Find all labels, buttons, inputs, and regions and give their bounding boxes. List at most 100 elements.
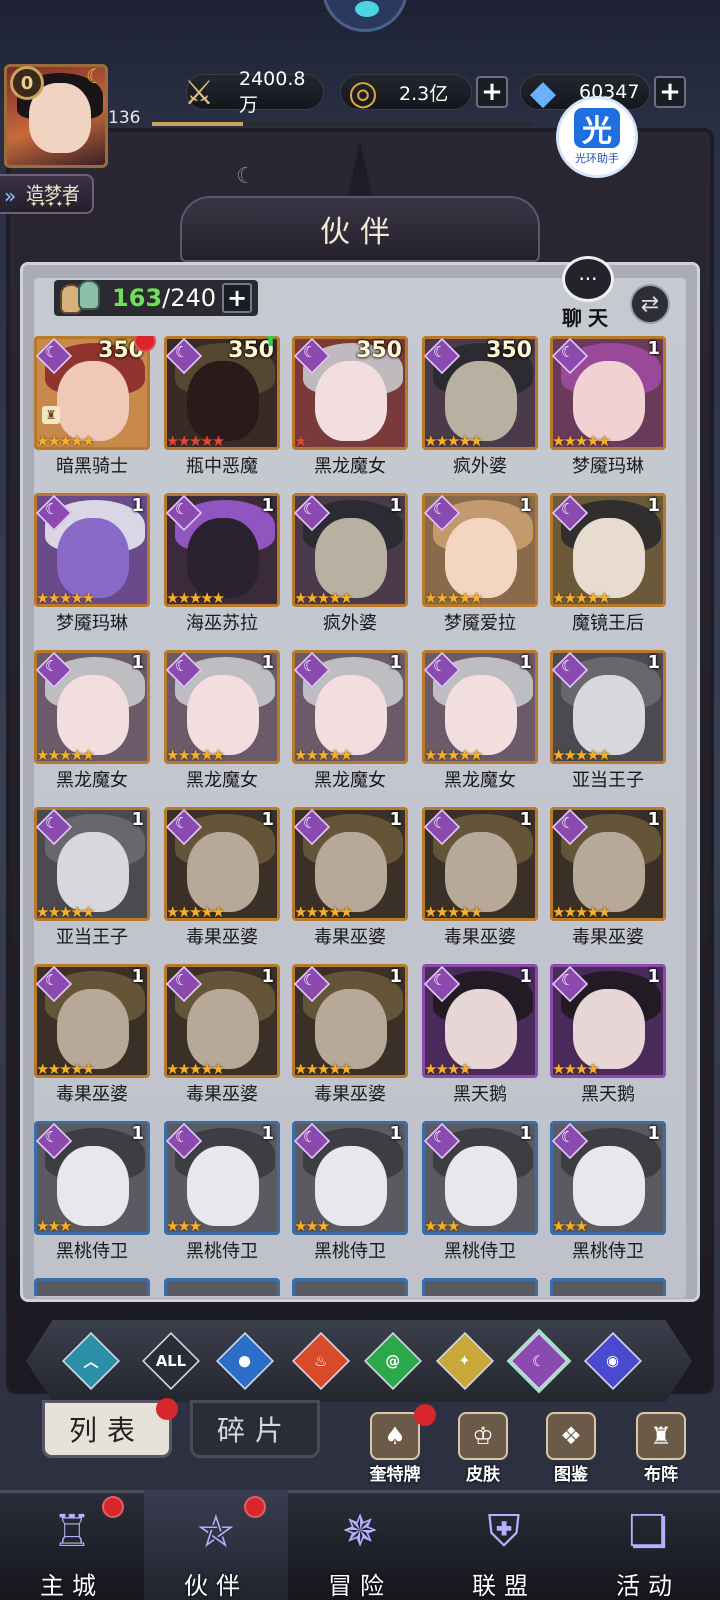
companion-level: 1 <box>261 495 274 516</box>
companion-card[interactable]: ☾ 1 ★★★★★ 黑龙魔女 <box>422 650 538 791</box>
companion-card[interactable]: ☾ 1 ★★★★★ 毒果巫婆 <box>292 807 408 948</box>
moon-glyph: ☾ <box>45 343 59 361</box>
companion-card[interactable]: ☾ 1 ★★★★★ 毒果巫婆 <box>422 807 538 948</box>
top-mascot-icon <box>322 0 408 32</box>
companion-stars: ★★★★★ <box>424 432 483 450</box>
nav-item-castle[interactable]: ♖ 主城 <box>0 1490 144 1600</box>
companion-card[interactable]: ☾ 1 ★★★ 黑桃侍卫 <box>164 1121 280 1262</box>
companion-card[interactable]: ☾ 350 ★★★★★ 瓶中恶魔 ⬆ <box>164 336 280 477</box>
companion-card[interactable]: ☾ 1 ★★★★★ 梦魇玛琳 <box>550 336 666 477</box>
moon-glyph: ☾ <box>433 814 447 832</box>
panel-header: 伙伴 <box>180 196 540 262</box>
companion-card-partial[interactable] <box>164 1278 280 1296</box>
filter-glyph: ◉ <box>606 1352 620 1370</box>
companion-name: 毒果巫婆 <box>314 927 386 948</box>
helper-label: 光环助手 <box>575 152 619 165</box>
nav-item-cards[interactable]: ❏ 活动 <box>576 1490 720 1600</box>
companion-stars: ★★★★★ <box>552 903 611 921</box>
companion-card[interactable]: ☾ 1 ★★★★★ 毒果巫婆 <box>550 807 666 948</box>
expand-roster-button[interactable]: + <box>222 283 253 313</box>
skin-button[interactable]: ♔ 皮肤 <box>446 1412 520 1486</box>
companion-level: 1 <box>647 652 660 673</box>
companion-level: 1 <box>647 338 660 359</box>
companion-level: 1 <box>647 966 660 987</box>
filter-glyph: ALL <box>155 1352 187 1370</box>
companion-card[interactable]: ☾ 1 ★★★★★ 毒果巫婆 <box>292 964 408 1105</box>
companion-portrait <box>164 1278 280 1296</box>
companion-level: 1 <box>261 809 274 830</box>
chat-button[interactable]: ··· 聊天 <box>556 256 620 330</box>
companion-card[interactable]: ☾ 1 ★★★★★ 梦魇爱拉 <box>422 493 538 634</box>
formation-button[interactable]: ♜ 布阵 <box>624 1412 698 1486</box>
companion-card[interactable]: ☾ 1 ★★★★★ 魔镜王后 <box>550 493 666 634</box>
companion-stars: ★★★ <box>552 1217 588 1235</box>
companion-card[interactable]: ☾ 350 ★★★★★ 暗黑骑士 ♜ <box>34 336 156 477</box>
companion-card[interactable]: ☾ 1 ★★★ 黑桃侍卫 <box>422 1121 538 1262</box>
companion-card[interactable]: ☾ 1 ★★★ 黑桃侍卫 <box>34 1121 150 1262</box>
companion-card-partial[interactable] <box>422 1278 538 1296</box>
upgrade-arrow-icon: ⬆ <box>262 336 278 351</box>
companion-stars: ★★★★★ <box>166 903 225 921</box>
tab-fragments[interactable]: 碎片 <box>190 1400 320 1458</box>
companion-card[interactable]: ☾ 1 ★★★ 黑桃侍卫 <box>550 1121 666 1262</box>
companion-card-partial[interactable] <box>292 1278 408 1296</box>
gold-coin-icon: ◎ <box>348 73 378 113</box>
header-moon-icon: ☾ <box>236 164 256 189</box>
nav-label: 活动 <box>616 1572 680 1600</box>
companion-card-partial[interactable] <box>34 1278 150 1296</box>
formation-icon: ♜ <box>636 1412 686 1460</box>
companion-card[interactable]: ☾ 1 ★★★★★ 海巫苏拉 <box>164 493 280 634</box>
roster-owned: 163 <box>112 284 163 312</box>
companion-name: 黑桃侍卫 <box>444 1241 516 1262</box>
filter-glyph: ☾ <box>532 1352 546 1370</box>
companion-stars: ★★★★★ <box>424 589 483 607</box>
companion-card[interactable]: ☾ 1 ★★★★★ 黑龙魔女 <box>164 650 280 791</box>
nav-item-witch-hat[interactable]: ⛥ 伙伴 <box>144 1490 288 1600</box>
helper-button[interactable]: 光 光环助手 <box>556 96 638 178</box>
companion-grid: ☾ 350 ★★★★★ 暗黑骑士 ♜ ☾ 350 ★★★★★ 瓶中恶魔 ⬆ ☾ 350 ★ 黑龙魔女 ☾ 35… <box>34 336 684 1296</box>
companion-card[interactable]: ☾ 1 ★★★★★ 毒果巫婆 <box>164 807 280 948</box>
companion-card[interactable]: ☾ 1 ★★★★★ 黑龙魔女 <box>34 650 150 791</box>
moon-glyph: ☾ <box>175 343 189 361</box>
companion-card[interactable]: ☾ 1 ★★★★★ 亚当王子 <box>34 807 150 948</box>
nav-item-compass[interactable]: ✵ 冒险 <box>288 1490 432 1600</box>
companion-name: 黑龙魔女 <box>186 770 258 791</box>
companion-name: 梦魇玛琳 <box>56 613 128 634</box>
add-gold-button[interactable]: + <box>476 76 508 108</box>
companion-card-partial[interactable] <box>550 1278 666 1296</box>
companion-name: 梦魇爱拉 <box>444 613 516 634</box>
card-deck-notification-dot <box>414 1404 436 1426</box>
tab-list[interactable]: 列表 <box>42 1400 172 1458</box>
side-button-label: 奎特牌 <box>369 1465 421 1485</box>
companion-name: 黑桃侍卫 <box>186 1241 258 1262</box>
companion-card[interactable]: ☾ 1 ★★★★★ 疯外婆 <box>292 493 408 634</box>
companion-card[interactable]: ☾ 1 ★★★★★ 毒果巫婆 <box>164 964 280 1105</box>
companion-name: 海巫苏拉 <box>186 613 258 634</box>
codex-button[interactable]: ❖ 图鉴 <box>534 1412 608 1486</box>
companion-portrait <box>292 1278 408 1296</box>
companion-name: 魔镜王后 <box>572 613 644 634</box>
companion-card[interactable]: ☾ 1 ★★★★★ 梦魇玛琳 <box>34 493 150 634</box>
companion-card[interactable]: ☾ 1 ★★★ 黑桃侍卫 <box>292 1121 408 1262</box>
moon-glyph: ☾ <box>175 971 189 989</box>
companion-card[interactable]: ☾ 1 ★★★★ 黑天鹅 <box>550 964 666 1105</box>
crescent-moon-icon: ☾ <box>86 64 104 88</box>
companion-card[interactable]: ☾ 350 ★★★★★ 疯外婆 <box>422 336 538 477</box>
filter-glyph: ● <box>238 1352 252 1370</box>
player-title-button[interactable]: » 造梦者 ✦✦✦✦✦ <box>0 174 94 214</box>
companion-card[interactable]: ☾ 1 ★★★★★ 黑龙魔女 <box>292 650 408 791</box>
companion-stars: ★★★★★ <box>166 746 225 764</box>
witch-hat-icon: ⛥ <box>198 1505 234 1557</box>
companion-card[interactable]: ☾ 1 ★★★★★ 毒果巫婆 <box>34 964 150 1105</box>
helper-logo-icon: 光 <box>574 108 620 149</box>
companion-card[interactable]: ☾ 1 ★★★★★ 亚当王子 <box>550 650 666 791</box>
swap-button[interactable]: ⇄ <box>630 284 670 324</box>
moon-glyph: ☾ <box>561 1128 575 1146</box>
companion-card[interactable]: ☾ 1 ★★★★ 黑天鹅 <box>422 964 538 1105</box>
nav-item-shield[interactable]: ⛨ 联盟 <box>432 1490 576 1600</box>
companion-name: 毒果巫婆 <box>314 1084 386 1105</box>
companion-card[interactable]: ☾ 350 ★ 黑龙魔女 <box>292 336 408 477</box>
add-diamond-button[interactable]: + <box>654 76 686 108</box>
companion-level: 1 <box>647 495 660 516</box>
companion-name: 黑龙魔女 <box>314 770 386 791</box>
